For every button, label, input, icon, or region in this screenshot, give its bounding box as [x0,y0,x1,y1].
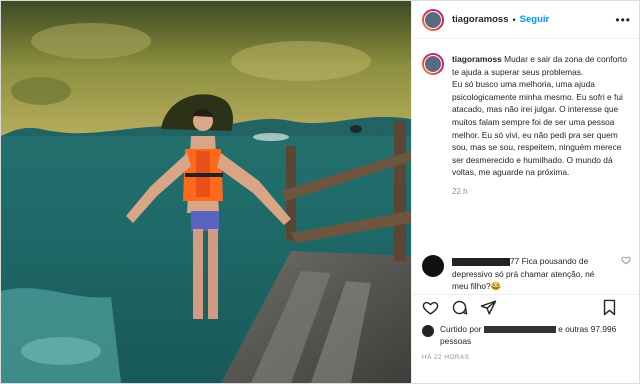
caption-text: tiagoramoss Mudar e sair da zona de conf… [452,53,631,179]
author-username[interactable]: tiagoramoss [452,14,509,25]
author-avatar-photo [424,10,442,29]
action-bar [412,294,639,325]
save-icon[interactable] [602,299,617,321]
caption-body: Mudar e sair da zona de conforto te ajud… [452,54,628,178]
comment-text: 77 Fica pousando de depressivo só prá ch… [452,255,612,293]
share-icon[interactable] [480,299,497,321]
comment-row: 77 Fica pousando de depressivo só prá ch… [422,255,631,293]
separator-dot: • [512,14,516,25]
comment-icon[interactable] [451,299,468,321]
post-sidebar: tiagoramoss • Seguir ••• tiagoramoss Mud… [411,1,639,383]
likes-prefix: Curtido por [440,324,482,334]
commenter-avatar[interactable] [422,255,444,277]
like-icon[interactable] [422,299,439,321]
caption-block: tiagoramoss Mudar e sair da zona de conf… [422,53,631,196]
more-options-icon[interactable]: ••• [615,13,631,27]
cenote-photo-image [1,1,411,383]
comment-like-icon[interactable] [621,255,631,293]
likes-row: Curtido por e outras 97.996 pessoas [422,323,631,347]
caption-username[interactable]: tiagoramoss [452,54,502,64]
caption-time: 22 h [452,186,468,196]
post-header: tiagoramoss • Seguir ••• [412,1,639,39]
author-avatar[interactable] [422,8,444,31]
redacted-liker [483,326,556,334]
post-photo[interactable] [1,1,411,383]
post-timestamp: HÁ 22 HORAS [422,354,470,361]
caption-avatar[interactable] [422,53,444,75]
follow-button[interactable]: Seguir [520,14,550,25]
likes-text[interactable]: Curtido por e outras 97.996 pessoas [440,323,631,347]
instagram-post: tiagoramoss • Seguir ••• tiagoramoss Mud… [0,0,640,384]
redacted-username [452,257,510,266]
liker-avatar[interactable] [422,325,434,337]
caption-avatar-photo [424,55,442,73]
caption-row: tiagoramoss Mudar e sair da zona de conf… [422,53,631,179]
